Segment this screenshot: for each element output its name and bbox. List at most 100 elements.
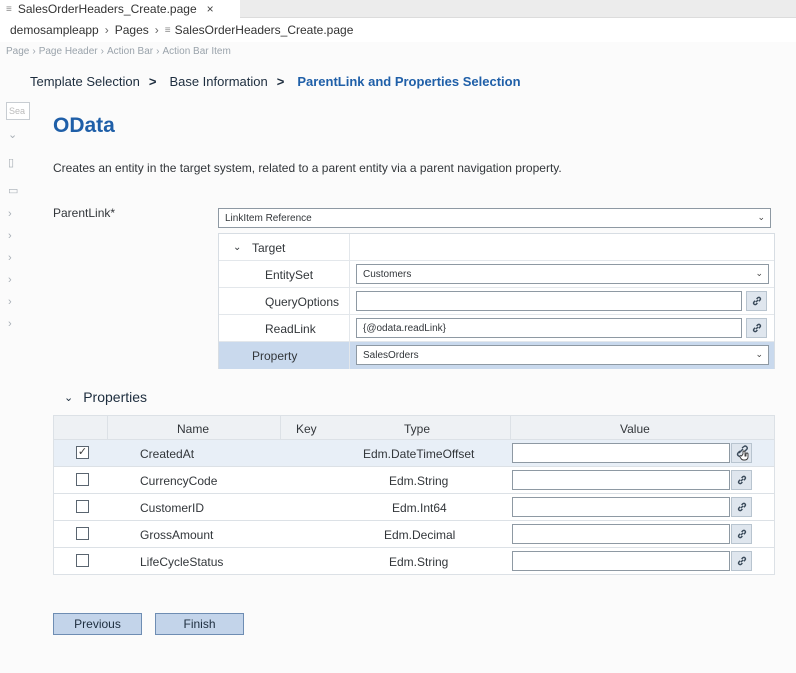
chevron-right-icon[interactable]: › (8, 274, 12, 286)
entityset-select[interactable]: Customers ⌄ (356, 264, 769, 284)
file-path-bar: demosampleapp › Pages › ≡ SalesOrderHead… (0, 18, 796, 42)
row-type: Edm.Int64 (392, 501, 447, 515)
property-select-value: SalesOrders (363, 349, 419, 361)
table-row[interactable]: CustomerID Edm.Int64 (53, 494, 775, 521)
path-segment-project[interactable]: demosampleapp (10, 23, 99, 37)
breadcrumb-item[interactable]: Action Bar Item (162, 46, 230, 57)
queryoptions-label: QueryOptions (265, 295, 340, 309)
row-type: Edm.Decimal (384, 528, 456, 542)
table-row[interactable]: ✓ CreatedAt Edm.DateTimeOffset (53, 440, 775, 467)
row-value-input[interactable] (512, 524, 730, 544)
chevron-right-icon: > (276, 74, 285, 89)
properties-title: Properties (83, 389, 148, 405)
row-link-button[interactable] (731, 497, 752, 517)
row-value-input[interactable] (512, 443, 730, 463)
queryoptions-input[interactable] (356, 291, 742, 311)
row-link-button[interactable] (731, 443, 752, 463)
entityset-row: EntitySet Customers ⌄ (219, 261, 774, 288)
column-header-name[interactable]: Name (177, 422, 209, 436)
chevron-right-icon[interactable]: › (8, 318, 12, 330)
column-divider (510, 416, 511, 439)
column-header-type[interactable]: Type (404, 422, 430, 436)
column-divider (349, 342, 350, 369)
readlink-link-button[interactable] (746, 318, 767, 338)
row-link-button[interactable] (731, 470, 752, 490)
row-checkbox[interactable]: ✓ (76, 446, 89, 459)
file-icon: ≡ (6, 3, 12, 15)
wizard-step-base-information[interactable]: Base Information (169, 74, 267, 89)
close-icon[interactable]: × (207, 2, 214, 16)
column-divider (280, 416, 281, 439)
row-link-button[interactable] (731, 524, 752, 544)
chevron-right-icon: › (32, 46, 36, 57)
target-row[interactable]: ⌄ Target (219, 234, 774, 261)
row-value-input[interactable] (512, 497, 730, 517)
row-checkbox[interactable] (76, 554, 89, 567)
link-icon (752, 323, 761, 333)
chevron-down-icon[interactable]: ⌄ (64, 391, 73, 404)
property-label: Property (252, 349, 298, 363)
link-icon (737, 556, 746, 566)
row-link-button[interactable] (731, 551, 752, 571)
cursor-hand-icon (736, 445, 748, 461)
entityset-label: EntitySet (265, 268, 314, 282)
row-name: LifeCycleStatus (140, 555, 224, 569)
readlink-input[interactable]: {@odata.readLink} (356, 318, 742, 338)
parentlink-label: ParentLink* (53, 206, 116, 220)
table-row[interactable]: CurrencyCode Edm.String (53, 467, 775, 494)
chevron-down-icon[interactable]: ⌄ (8, 128, 17, 141)
column-header-value[interactable]: Value (620, 422, 650, 436)
row-checkbox[interactable] (76, 473, 89, 486)
wizard-step-parentlink-properties[interactable]: ParentLink and Properties Selection (297, 74, 520, 89)
row-name: CreatedAt (140, 447, 195, 461)
chevron-right-icon: › (104, 23, 109, 37)
chevron-right-icon: › (154, 23, 159, 37)
row-name: GrossAmount (140, 528, 214, 542)
chevron-right-icon: > (148, 74, 157, 89)
link-icon (752, 296, 761, 306)
finish-button[interactable]: Finish (155, 613, 244, 635)
wizard-steps: Template Selection > Base Information > … (30, 74, 521, 89)
column-divider (349, 234, 350, 261)
chevron-down-icon: ⌄ (755, 349, 763, 359)
chevron-right-icon[interactable]: › (8, 296, 12, 308)
row-checkbox[interactable] (76, 500, 89, 513)
breadcrumb-item[interactable]: Page Header (39, 46, 98, 57)
chevron-down-icon: ⌄ (757, 212, 765, 222)
breadcrumb-item[interactable]: Page (6, 46, 29, 57)
path-segment-folder[interactable]: Pages (115, 23, 149, 37)
editor-tab-title: SalesOrderHeaders_Create.page (17, 2, 197, 16)
wizard-step-template-selection[interactable]: Template Selection (30, 74, 140, 89)
page-title: OData (53, 114, 115, 137)
breadcrumb-item[interactable]: Action Bar (107, 46, 153, 57)
entityset-select-value: Customers (363, 268, 412, 280)
row-value-input[interactable] (512, 551, 730, 571)
column-divider (349, 315, 350, 342)
outline-search-input[interactable]: Sea (6, 102, 30, 120)
chevron-right-icon[interactable]: › (8, 252, 12, 264)
property-select[interactable]: SalesOrders ⌄ (356, 345, 769, 365)
previous-button[interactable]: Previous (53, 613, 142, 635)
chevron-down-icon[interactable]: ⌄ (233, 242, 241, 253)
queryoptions-link-button[interactable] (746, 291, 767, 311)
row-type: Edm.String (389, 474, 449, 488)
parentlink-select[interactable]: LinkItem Reference ⌄ (218, 208, 771, 228)
chevron-right-icon: › (156, 46, 160, 57)
table-row[interactable]: GrossAmount Edm.Decimal (53, 521, 775, 548)
properties-header[interactable]: ⌄ Properties (64, 389, 147, 405)
readlink-row: ReadLink {@odata.readLink} (219, 315, 774, 342)
page-description: Creates an entity in the target system, … (53, 161, 562, 175)
chevron-right-icon[interactable]: › (8, 208, 12, 220)
row-value-input[interactable] (512, 470, 730, 490)
link-icon (737, 502, 746, 512)
column-header-key[interactable]: Key (296, 422, 317, 436)
path-segment-file[interactable]: SalesOrderHeaders_Create.page (175, 23, 354, 37)
row-checkbox[interactable] (76, 527, 89, 540)
column-divider (349, 288, 350, 315)
chevron-right-icon[interactable]: › (8, 230, 12, 242)
column-divider (349, 261, 350, 288)
editor-tab[interactable]: ≡ SalesOrderHeaders_Create.page × (0, 0, 240, 18)
table-row[interactable]: LifeCycleStatus Edm.String (53, 548, 775, 575)
row-name: CurrencyCode (140, 474, 218, 488)
row-type: Edm.String (389, 555, 449, 569)
